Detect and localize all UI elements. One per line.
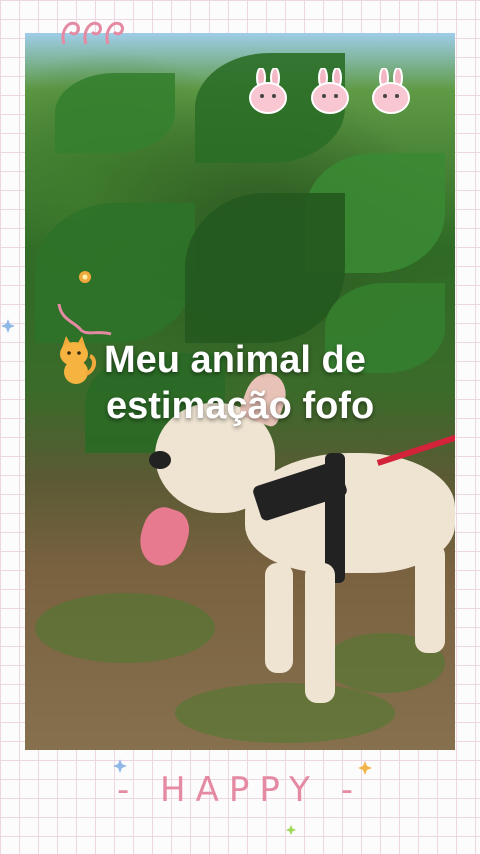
title-line-2: estimação fofo	[106, 384, 375, 427]
title-line-1: Meu animal de	[104, 339, 366, 381]
star-blue-icon	[1, 319, 15, 333]
happy-label: - HAPPY -	[116, 770, 363, 810]
bunny-face-icon	[310, 67, 350, 116]
star-green-icon	[285, 824, 297, 836]
flower-icon	[79, 271, 91, 283]
foliage	[185, 193, 345, 343]
post-title: Meu animal de estimação fofo	[50, 338, 450, 429]
swirl-decoration	[61, 21, 124, 45]
dog-leg	[415, 543, 445, 653]
bunny-face-icon	[248, 67, 288, 116]
dog-leg	[265, 563, 293, 673]
bunny-face-icon	[371, 67, 411, 116]
leash	[376, 426, 455, 466]
dog-nose	[149, 451, 171, 469]
dog-leg	[305, 563, 335, 703]
dog-tongue	[133, 502, 195, 572]
foliage	[55, 73, 175, 153]
